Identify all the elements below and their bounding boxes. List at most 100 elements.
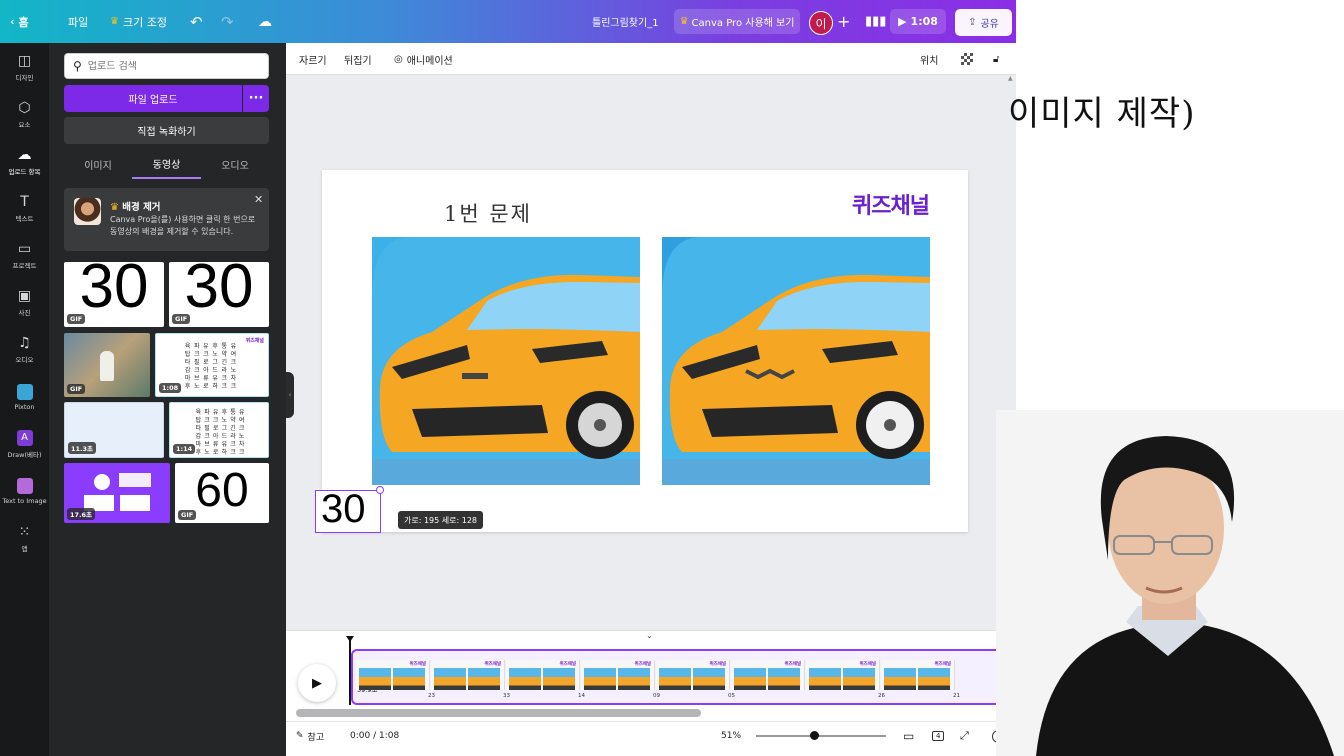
grid-char: 하 — [212, 383, 218, 390]
rail-item-draw[interactable]: A Draw(베타) — [0, 422, 49, 466]
position-button[interactable]: 위치 — [920, 43, 938, 75]
insights-chart-icon[interactable]: ▮▮▮ — [865, 0, 886, 43]
flip-button[interactable]: 뒤집기 — [344, 43, 372, 75]
timeline-scrollbar[interactable] — [296, 709, 701, 717]
plus-icon[interactable]: + — [837, 0, 850, 43]
try-canva-pro-button[interactable]: ♛ Canva Pro 사용해 보기 — [674, 9, 800, 34]
present-button[interactable]: ▶ 1:08 — [890, 9, 946, 34]
timeline-clip[interactable]: 퀴즈채널 — [581, 660, 655, 690]
text-to-image-app-icon — [16, 477, 33, 494]
media-thumb[interactable]: 30 GIF — [169, 262, 269, 327]
clip-frame — [359, 668, 391, 690]
animate-label: 애니메이션 — [406, 55, 453, 67]
rail-item-text-to-image[interactable]: Text to Image — [0, 469, 49, 513]
media-thumb[interactable]: 60 GIF — [175, 463, 269, 523]
home-button[interactable]: ‹ 홈 — [10, 0, 29, 43]
clip-mark: 14 — [578, 693, 585, 699]
search-input[interactable] — [87, 60, 258, 72]
upload-files-button[interactable]: 파일 업로드 — [64, 85, 242, 112]
zoom-slider-knob[interactable] — [810, 731, 819, 740]
media-thumb[interactable]: 11.3초 — [64, 402, 164, 458]
timeline-clip[interactable]: 퀴즈채널 — [881, 660, 955, 690]
media-thumb[interactable]: 육파유후통유탑크크노약여타필로그긴크갑크아드라노마브류유크차후노로하크크 1:1… — [169, 402, 269, 458]
page-title[interactable]: 1번 문제 — [444, 198, 532, 228]
pixton-app-icon — [16, 383, 33, 400]
grid-char: 라 — [230, 433, 236, 440]
rail-item-design[interactable]: ◫ 디자인 — [0, 45, 49, 89]
avatar[interactable]: 이 — [809, 11, 833, 35]
brand-title[interactable]: 퀴즈채널 — [852, 188, 930, 220]
resize-handle[interactable] — [376, 486, 384, 494]
timeline-clip[interactable]: 퀴즈채널 — [431, 660, 505, 690]
file-menu[interactable]: 파일 — [68, 0, 88, 43]
rail-item-photos[interactable]: ▣ 사진 — [0, 280, 49, 324]
grid-char: 필 — [193, 359, 200, 366]
rail-item-projects[interactable]: ▭ 프로젝트 — [0, 233, 49, 277]
media-thumb[interactable]: 30 GIF — [64, 262, 164, 327]
tab-audio[interactable]: 오디오 — [201, 149, 269, 179]
zoom-level[interactable]: 51% — [721, 722, 741, 750]
rail-item-audio[interactable]: ♫ 오디오 — [0, 327, 49, 371]
redo-icon[interactable]: ↷ — [221, 0, 234, 43]
tab-videos[interactable]: 동영상 — [132, 149, 201, 179]
crop-button[interactable]: 자르기 — [299, 43, 327, 75]
timeline-clip[interactable]: 퀴즈채널 — [731, 660, 805, 690]
animate-button[interactable]: ◎ 애니메이션 — [394, 43, 453, 75]
document-title[interactable]: 틀린그림찾기_1 — [592, 0, 659, 43]
selected-timer-element[interactable]: 30 — [315, 489, 381, 533]
timeline-play-button[interactable]: ▶ — [298, 664, 336, 702]
car-image-left[interactable] — [372, 237, 640, 485]
media-thumb[interactable]: GIF — [64, 333, 150, 397]
grid-char: 라 — [221, 367, 227, 374]
undo-icon[interactable]: ↶ — [190, 0, 203, 43]
grid-char: 크 — [230, 449, 236, 456]
uploads-panel: ⚲ 파일 업로드 ··· 직접 녹화하기 이미지 동영상 오디오 ♛ 배경 제거… — [49, 43, 286, 756]
folder-icon: ▭ — [17, 240, 32, 257]
close-icon[interactable]: ✕ — [254, 193, 263, 206]
clip-title: 퀴즈채널 — [859, 662, 876, 667]
page-view-icon[interactable]: ▭ — [903, 722, 914, 750]
crown-icon: ♛ — [679, 16, 689, 27]
more-options-icon[interactable]: ··· — [243, 85, 269, 112]
record-yourself-button[interactable]: 직접 녹화하기 — [64, 117, 269, 144]
grid-char: 노 — [193, 383, 200, 390]
rail-item-elements[interactable]: ⬡ 요소 — [0, 92, 49, 136]
grid-char: 크 — [238, 449, 245, 456]
transparency-button[interactable] — [961, 43, 973, 75]
rail-item-text[interactable]: T 텍스트 — [0, 186, 49, 230]
cloud-saved-icon[interactable]: ☁ — [258, 0, 272, 43]
chevron-down-icon[interactable]: ⌄ — [646, 631, 653, 640]
notes-button[interactable]: ✎ 참고 — [296, 722, 324, 750]
fullscreen-icon[interactable]: ⤢ — [960, 722, 969, 750]
resize-button[interactable]: ♛ 크기 조정 — [110, 0, 167, 43]
timeline-clip[interactable]: 퀴즈채널 — [656, 660, 730, 690]
media-badge: 1:08 — [159, 383, 182, 393]
media-thumb[interactable]: 퀴즈채널 육파유후통유탑크크노약여타필로그긴크갑크아드라노마브류유크차후노로하크… — [155, 333, 269, 397]
chevron-left-icon: ‹ — [10, 15, 15, 28]
grid-char: 크 — [230, 383, 237, 390]
timeline-clip[interactable]: 퀴즈채널 — [506, 660, 580, 690]
rail-item-pixton[interactable]: Pixton — [0, 375, 49, 419]
rail-item-uploads[interactable]: ☁ 업로드 항목 — [0, 139, 49, 183]
share-button[interactable]: ⇪ 공유 — [955, 9, 1012, 36]
lock-icon[interactable]: 🔓︎ — [993, 43, 999, 75]
video-track[interactable]: 59.9초 퀴즈채널 23 퀴즈채널 33 퀴즈채널 14 퀴즈채널 09 퀴즈채널 05 퀴즈채널… — [351, 649, 1016, 705]
design-page[interactable]: 1번 문제 퀴즈채널 — [322, 170, 968, 532]
timeline-clip[interactable]: 퀴즈채널 — [356, 660, 430, 690]
zoom-slider[interactable] — [756, 735, 886, 737]
timeline-clip[interactable]: 퀴즈채널 — [806, 660, 880, 690]
media-thumb[interactable]: 17.6초 — [64, 463, 170, 523]
grid-char: 육 — [184, 343, 191, 350]
rail-label: Pixton — [14, 402, 35, 411]
page-count-button[interactable]: 4 — [932, 722, 945, 750]
media-badge: GIF — [67, 314, 86, 324]
rail-label: 요소 — [18, 120, 31, 129]
collapse-panel-button[interactable]: ‹ — [286, 372, 294, 418]
rail-item-apps[interactable]: ⁙ 앱 — [0, 516, 49, 560]
rail-label: Text to Image — [2, 496, 47, 505]
scroll-up-icon[interactable]: ▲ — [1008, 75, 1013, 82]
car-image-right[interactable] — [662, 237, 930, 485]
pro-label: Canva Pro 사용해 보기 — [691, 18, 795, 29]
tab-images[interactable]: 이미지 — [64, 149, 132, 179]
thumb-title: 퀴즈채널 — [245, 338, 264, 344]
